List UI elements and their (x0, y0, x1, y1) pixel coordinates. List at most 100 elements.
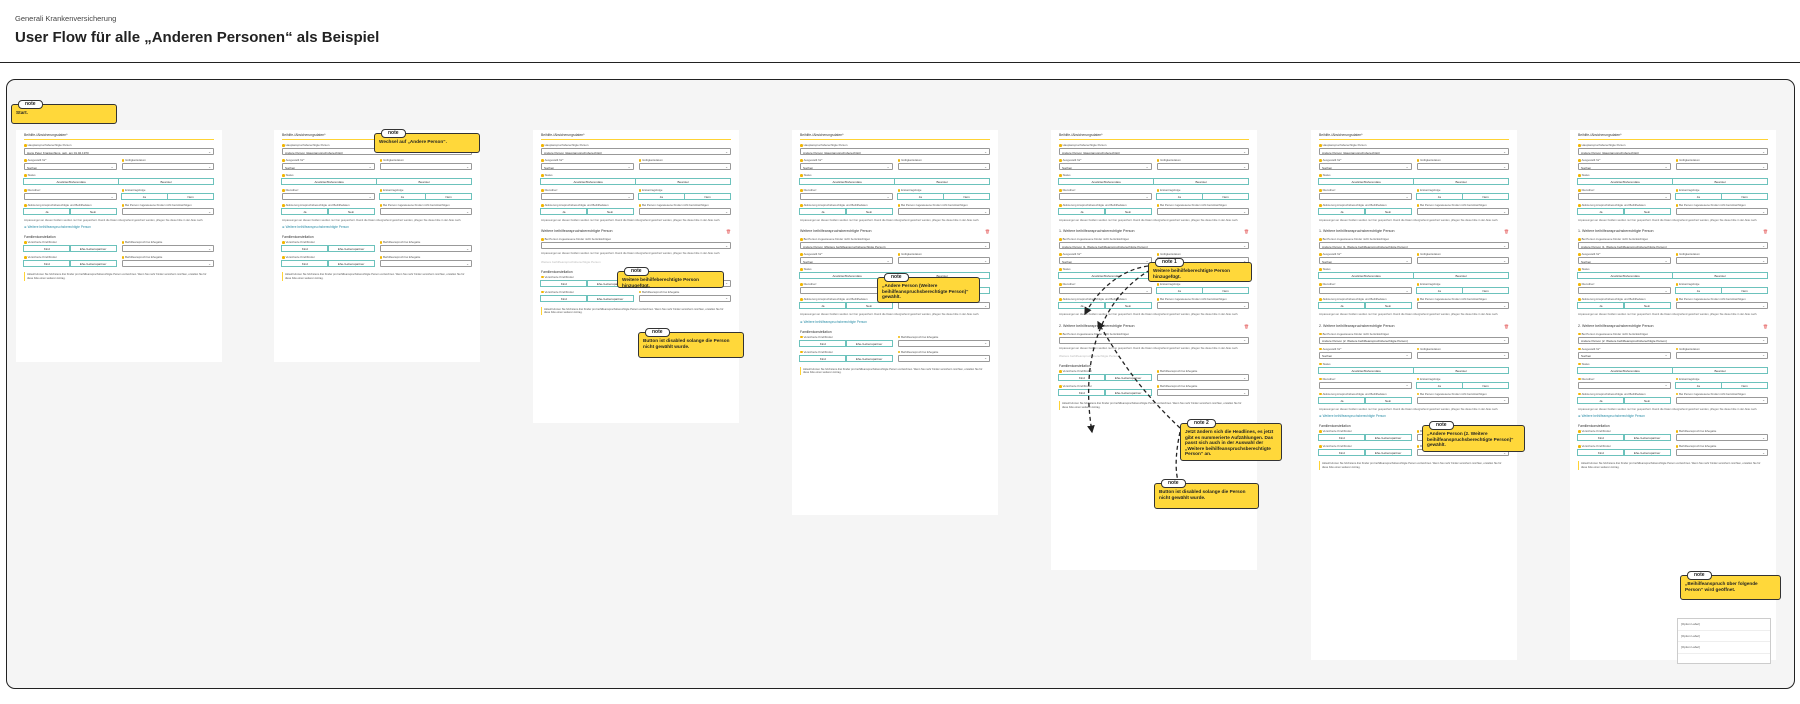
status-toggle[interactable]: Anwärter/ReferendareBeamter (1577, 366, 1768, 374)
segment-option[interactable]: Ehe-/Lebenspartner (1104, 389, 1152, 397)
segment-option[interactable]: Nein (425, 193, 472, 200)
segment-option[interactable]: Kind (281, 260, 329, 268)
segment-option[interactable]: Ja (281, 208, 329, 215)
segment-option[interactable]: Anwärter/Referendare (1318, 272, 1414, 280)
segment-option[interactable]: Ja (637, 193, 685, 200)
person-select[interactable]: Andere Person (2. Weitere beihilfeanspru… (1578, 336, 1768, 344)
segment-option[interactable]: Beamter (1413, 272, 1509, 280)
segment-option[interactable]: Nein (845, 208, 893, 215)
segment-option[interactable]: Ehe-/Lebenspartner (845, 339, 893, 347)
status-toggle[interactable]: Anwärter/ReferendareBeamter (1577, 178, 1768, 185)
segment-option[interactable]: Kind (799, 354, 847, 362)
family-toggle[interactable]: Kind Ehe-/Lebenspartner (799, 339, 893, 347)
family-toggle[interactable]: Kind Ehe-/Lebenspartner (1058, 389, 1152, 397)
segment-option[interactable]: Kind (540, 279, 588, 287)
employer-select[interactable]: ⌄ (1319, 193, 1412, 200)
first-claim-toggle[interactable]: JaNein (120, 193, 214, 200)
segment-option[interactable]: Nein (1721, 287, 1768, 295)
first-claim-toggle[interactable]: JaNein (1674, 381, 1768, 389)
segment-option[interactable]: Kind (23, 260, 71, 268)
trash-icon[interactable]: 🗑 (1244, 324, 1249, 329)
validity-select[interactable]: ⌄ (1675, 257, 1768, 265)
children-select[interactable]: ⌄ (1416, 208, 1509, 215)
date-select[interactable]: Suchen ⌄ (282, 163, 375, 170)
segment-option[interactable]: Ja (1058, 208, 1106, 215)
children-select[interactable]: ⌄ (897, 208, 990, 215)
status-toggle[interactable]: Anwärter/ReferendareBeamter (1577, 272, 1768, 280)
segment-option[interactable]: Ehe-/Lebenspartner (69, 245, 117, 253)
segment-option[interactable]: Nein (327, 208, 375, 215)
children-select[interactable]: ⌄ (1156, 208, 1249, 215)
trash-icon[interactable]: 🗑 (1763, 229, 1768, 234)
family-toggle[interactable]: Kind Ehe-/Lebenspartner (23, 260, 117, 268)
segment-option[interactable]: Kind (799, 339, 847, 347)
children-select[interactable]: ⌄ (1156, 302, 1249, 310)
segment-option[interactable]: Ehe-/Lebenspartner (1104, 374, 1152, 382)
segment-option[interactable]: Beamter (1672, 366, 1768, 374)
segment-option[interactable]: Ehe-/Lebenspartner (327, 260, 375, 268)
segment-option[interactable]: Ja (1415, 193, 1463, 200)
validity-select[interactable]: ⌄ (1675, 351, 1768, 359)
trash-icon[interactable]: 🗑 (1504, 229, 1509, 234)
segment-option[interactable]: Anwärter/Referendare (799, 178, 895, 185)
segment-option[interactable]: Nein (684, 193, 731, 200)
add-person-link[interactable]: ⊕ Weitere beihilfeanspruchsberechtigte P… (1319, 414, 1509, 418)
status-toggle[interactable]: Anwärter/ReferendareBeamter (1058, 178, 1249, 185)
segment-option[interactable]: Nein (586, 208, 634, 215)
segment-option[interactable]: Ja (799, 302, 847, 310)
segment-option[interactable]: Anwärter/Referendare (23, 178, 119, 185)
segment-option[interactable]: Nein (1202, 287, 1249, 295)
trash-icon[interactable]: 🗑 (726, 229, 731, 234)
employer-select[interactable]: ⌄ (282, 193, 375, 200)
segment-option[interactable]: Beamter (376, 178, 472, 185)
segment-option[interactable]: Anwärter/Referendare (281, 178, 377, 185)
validity-select[interactable]: ⌄ (638, 163, 731, 170)
partner-select[interactable]: ⌄ (1675, 449, 1768, 457)
main-person-select[interactable]: Andere Person (Hauptanspruchsberechtigt)… (1059, 148, 1249, 155)
segment-option[interactable]: Nein (1462, 381, 1509, 389)
activation-toggle[interactable]: Ja Nein (1577, 208, 1671, 215)
family-toggle[interactable]: Kind Ehe-/Lebenspartner (23, 245, 117, 253)
add-person-link[interactable]: ⊕ Weitere beihilfeanspruchsberechtigte P… (24, 225, 214, 229)
segment-option[interactable]: Nein (1721, 381, 1768, 389)
person-select[interactable]: Andere Person (1. Weitere beihilfeanspru… (1578, 242, 1768, 250)
family-toggle[interactable]: Kind Ehe-/Lebenspartner (281, 245, 375, 253)
employer-select[interactable]: ⌄ (1059, 193, 1152, 200)
segment-option[interactable]: Nein (1462, 287, 1509, 295)
person-select[interactable]: ⌄ (541, 242, 731, 250)
segment-option[interactable]: Kind (1318, 434, 1366, 442)
segment-option[interactable]: Ja (1318, 208, 1366, 215)
segment-option[interactable]: Ja (1577, 208, 1625, 215)
segment-option[interactable]: Ehe-/Lebenspartner (1623, 434, 1671, 442)
validity-select[interactable]: ⌄ (897, 163, 990, 170)
first-claim-toggle[interactable]: JaNein (1674, 287, 1768, 295)
first-claim-toggle[interactable]: JaNein (637, 193, 731, 200)
activation-toggle[interactable]: Ja Nein (1058, 302, 1152, 310)
segment-option[interactable]: Ja (1318, 396, 1366, 404)
dropdown-option[interactable]: [Option Label] (1678, 631, 1770, 642)
date-select[interactable]: Suchen ⌄ (1319, 351, 1412, 359)
partner-select[interactable]: ⌄ (1156, 374, 1249, 382)
first-claim-toggle[interactable]: JaNein (1415, 287, 1509, 295)
segment-option[interactable]: Ja (799, 208, 847, 215)
segment-option[interactable]: Ja (120, 193, 168, 200)
segment-option[interactable]: Beamter (1153, 178, 1249, 185)
trash-icon[interactable]: 🗑 (1244, 229, 1249, 234)
segment-option[interactable]: Ja (1155, 287, 1203, 295)
family-toggle[interactable]: Kind Ehe-/Lebenspartner (1318, 434, 1412, 442)
segment-option[interactable]: Ehe-/Lebenspartner (1623, 449, 1671, 457)
date-select[interactable]: Suchen ⌄ (1578, 257, 1671, 265)
segment-option[interactable]: Anwärter/Referendare (1577, 272, 1673, 280)
date-select[interactable]: Suchen ⌄ (541, 163, 634, 170)
segment-option[interactable]: Nein (69, 208, 117, 215)
segment-option[interactable]: Ja (1674, 381, 1722, 389)
segment-option[interactable]: Anwärter/Referendare (1058, 272, 1154, 280)
segment-option[interactable]: Ja (1318, 302, 1366, 310)
segment-option[interactable]: Nein (943, 193, 990, 200)
family-toggle[interactable]: Kind Ehe-/Lebenspartner (1577, 434, 1671, 442)
date-select[interactable]: Suchen ⌄ (800, 257, 893, 265)
segment-option[interactable]: Nein (1623, 208, 1671, 215)
status-toggle[interactable]: Anwärter/ReferendareBeamter (1318, 272, 1509, 280)
segment-option[interactable]: Ja (1415, 381, 1463, 389)
segment-option[interactable]: Ehe-/Lebenspartner (69, 260, 117, 268)
